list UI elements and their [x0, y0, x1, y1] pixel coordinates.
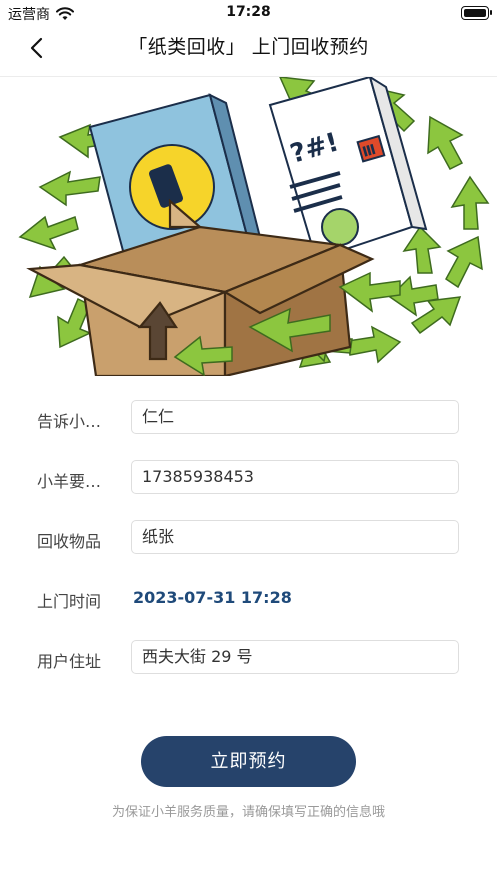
- name-input[interactable]: 仁仁: [131, 400, 459, 434]
- address-input[interactable]: 西夫大街 29 号: [131, 640, 459, 674]
- phone-input[interactable]: 17385938453: [131, 460, 459, 494]
- form-row-phone: 小羊要… 17385938453: [0, 460, 497, 496]
- form-row-time: 上门时间 2023-07-31 17:28: [0, 580, 497, 616]
- page-title: 「纸类回收」 上门回收预约: [128, 36, 369, 58]
- recycling-banner: ?#! Ⅲ: [0, 77, 497, 376]
- form-row-name: 告诉小… 仁仁: [0, 400, 497, 436]
- battery-icon: [461, 6, 492, 20]
- paper-recycling-illustration: ?#! Ⅲ: [0, 77, 497, 376]
- time-picker[interactable]: 2023-07-31 17:28: [133, 588, 292, 607]
- time-label: 上门时间: [37, 592, 102, 611]
- status-bar: 运营商 17:28: [0, 0, 497, 26]
- clock: 17:28: [226, 4, 271, 20]
- item-input[interactable]: 纸张: [131, 520, 459, 554]
- hint-text: 为保证小羊服务质量，请确保填写正确的信息哦: [111, 805, 385, 820]
- name-label: 告诉小…: [37, 412, 102, 431]
- form-row-address: 用户住址 西夫大街 29 号: [0, 640, 497, 676]
- form-row-item: 回收物品 纸张: [0, 520, 497, 556]
- item-label: 回收物品: [37, 532, 102, 551]
- book-now-button[interactable]: 立即预约: [141, 736, 356, 787]
- nav-bar: 「纸类回收」 上门回收预约: [0, 26, 497, 77]
- address-label: 用户住址: [37, 652, 102, 671]
- phone-label: 小羊要…: [37, 472, 102, 491]
